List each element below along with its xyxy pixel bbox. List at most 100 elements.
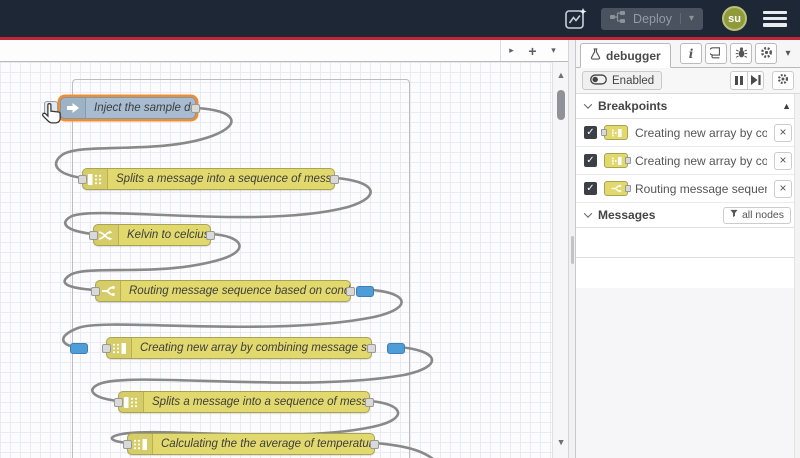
- tab-config-nodes[interactable]: [755, 43, 777, 64]
- node-label: Routing message sequence based on condit…: [129, 285, 350, 297]
- book-icon: [708, 46, 722, 62]
- deploy-icon: [610, 11, 626, 26]
- scroll-down-icon[interactable]: ▲: [553, 438, 568, 448]
- flow-node-inject[interactable]: Inject the sample data: [44, 97, 200, 119]
- breakpoint-pill-output[interactable]: [356, 286, 374, 297]
- filter-label: all nodes: [741, 209, 784, 221]
- wire: [374, 441, 434, 458]
- output-port: [625, 157, 631, 164]
- output-port[interactable]: [330, 175, 339, 184]
- gear-icon: [777, 72, 789, 90]
- remove-breakpoint-button[interactable]: ×: [774, 123, 792, 142]
- canvas-scrollbar[interactable]: ▲ ▲: [552, 62, 568, 458]
- node-label: Inject the sample data: [94, 102, 195, 114]
- remove-breakpoint-button[interactable]: ×: [774, 151, 792, 170]
- funnel-icon: [730, 209, 738, 221]
- flow-node-join[interactable]: Creating new array by combining message …: [70, 337, 405, 359]
- input-port[interactable]: [102, 344, 111, 353]
- main-menu-icon[interactable]: [763, 10, 787, 27]
- chevron-down-icon: [583, 209, 593, 218]
- debugger-settings-button[interactable]: [772, 71, 794, 90]
- deploy-options-chevron-icon[interactable]: ▾: [679, 13, 694, 24]
- separator-grip[interactable]: [571, 236, 574, 264]
- breakpoint-checkbox[interactable]: ✓: [584, 182, 597, 195]
- output-port[interactable]: [367, 344, 376, 353]
- info-icon: i: [688, 46, 694, 61]
- ai-assistant-icon[interactable]: [563, 6, 589, 32]
- join-node-mini-icon: [604, 153, 631, 168]
- scroll-tabs-icon[interactable]: ▸: [501, 45, 522, 56]
- input-port[interactable]: [78, 175, 87, 184]
- chevron-down-icon: [583, 100, 593, 109]
- input-port[interactable]: [123, 440, 132, 449]
- output-port[interactable]: [191, 104, 200, 113]
- flow-node-change[interactable]: Kelvin to celcius: [89, 224, 215, 246]
- node-label: Splits a message into a sequence of mess…: [116, 173, 334, 185]
- add-flow-button[interactable]: +: [522, 43, 543, 59]
- sidebar-separator[interactable]: [568, 40, 576, 458]
- tab-debugger[interactable]: debugger: [580, 43, 671, 68]
- debugger-toolbar: Enabled: [576, 68, 800, 94]
- switch-node-mini-icon: [604, 181, 631, 196]
- input-port: [601, 129, 607, 136]
- breakpoint-row[interactable]: ✓ Creating new array by combinin ×: [576, 119, 800, 147]
- output-port[interactable]: [370, 440, 379, 449]
- flow-node-split[interactable]: Splits a message into a sequence of mess…: [114, 391, 374, 413]
- pause-icon: [735, 76, 743, 85]
- pause-button[interactable]: [730, 71, 747, 90]
- flask-icon: [590, 48, 601, 63]
- workspace-tab-controls: ▸ + ▾: [500, 40, 564, 61]
- tab-debug-messages[interactable]: [730, 43, 752, 64]
- sidebar-tabbar: debugger i ▾: [576, 40, 800, 68]
- flow-list-chevron-icon[interactable]: ▾: [543, 45, 564, 56]
- app-header: Deploy ▾ su: [0, 0, 800, 37]
- output-port[interactable]: [206, 231, 215, 240]
- input-port[interactable]: [89, 231, 98, 240]
- sidebar-scrollbar-track[interactable]: [794, 94, 800, 458]
- breakpoint-row[interactable]: ✓ Creating new array by combinin ×: [576, 147, 800, 175]
- debugger-enabled-toggle[interactable]: Enabled: [582, 71, 663, 90]
- messages-section-header[interactable]: Messages all nodes: [576, 203, 800, 228]
- breakpoint-label: Creating new array by combinin: [635, 125, 767, 140]
- flow-node-split[interactable]: Splits a message into a sequence of mess…: [78, 168, 339, 190]
- output-port[interactable]: [365, 398, 374, 407]
- breakpoint-pill-input[interactable]: [70, 343, 88, 354]
- input-port[interactable]: [114, 398, 123, 407]
- input-port[interactable]: [91, 287, 100, 296]
- deploy-label: Deploy: [633, 11, 672, 26]
- node-label: Splits a message into a sequence of mess…: [152, 396, 369, 408]
- deploy-button[interactable]: Deploy ▾: [601, 7, 703, 30]
- breakpoints-title: Breakpoints: [598, 99, 668, 113]
- breakpoint-checkbox[interactable]: ✓: [584, 126, 597, 139]
- debug-sidebar: debugger i ▾ Enabled Breakpoints ▲ ✓ Cre…: [576, 40, 800, 458]
- messages-title: Messages: [598, 208, 656, 222]
- enabled-label: Enabled: [612, 74, 655, 87]
- scroll-up-icon[interactable]: ▲: [553, 70, 568, 80]
- gear-icon: [760, 46, 773, 62]
- breakpoint-row[interactable]: ✓ Routing message sequence ba ×: [576, 175, 800, 203]
- canvas-scrollbar-thumb[interactable]: [557, 90, 565, 120]
- more-tabs-chevron-icon[interactable]: ▾: [780, 48, 796, 59]
- breakpoints-section-header[interactable]: Breakpoints ▲: [576, 94, 800, 119]
- workspace-tab-strip: ▸ + ▾: [0, 40, 568, 62]
- sidebar-background: [576, 288, 800, 458]
- step-button[interactable]: [747, 71, 764, 90]
- breakpoint-label: Routing message sequence ba: [635, 181, 767, 196]
- mouse-cursor-pointer: [41, 102, 61, 124]
- tab-info[interactable]: i: [680, 43, 702, 64]
- breakpoint-checkbox[interactable]: ✓: [584, 154, 597, 167]
- breakpoint-pill-output[interactable]: [387, 343, 405, 354]
- toggle-icon: [590, 73, 607, 88]
- scroll-to-top-icon[interactable]: ▲: [782, 101, 791, 111]
- tab-help[interactable]: [705, 43, 727, 64]
- flow-node-join[interactable]: Calculating the the average of temperatu…: [123, 433, 379, 455]
- user-avatar[interactable]: su: [722, 6, 747, 31]
- messages-empty-area: [576, 228, 800, 258]
- flow-node-switch[interactable]: Routing message sequence based on condit…: [91, 280, 374, 302]
- node-label: Calculating the the average of temperatu…: [161, 438, 374, 450]
- flow-canvas[interactable]: Inject the sample data Splits a message …: [0, 62, 568, 458]
- messages-filter-button[interactable]: all nodes: [722, 206, 791, 224]
- output-port[interactable]: [346, 287, 355, 296]
- remove-breakpoint-button[interactable]: ×: [774, 179, 792, 198]
- join-node-mini-icon: [601, 125, 628, 140]
